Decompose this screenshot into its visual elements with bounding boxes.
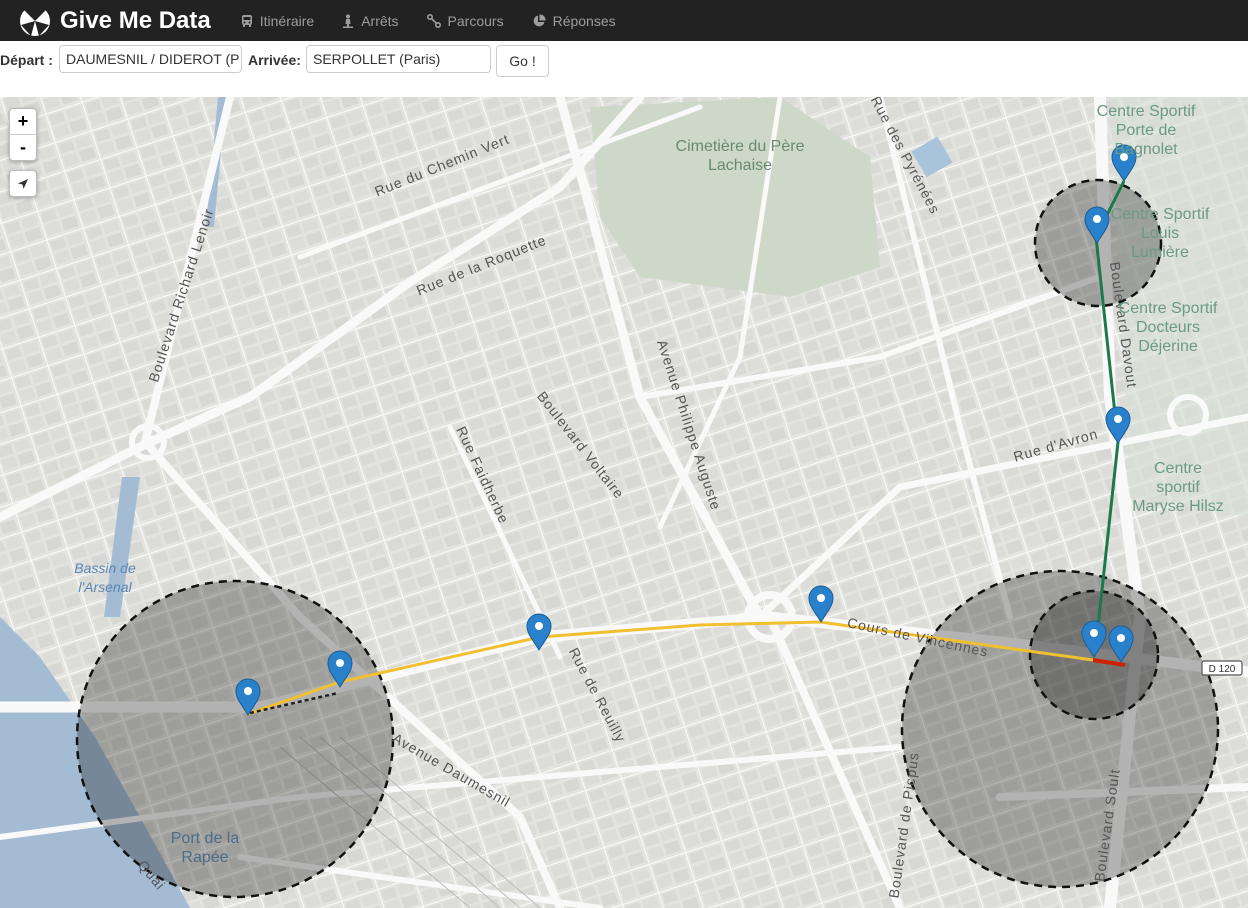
go-button[interactable]: Go ! [496,45,549,77]
map-tiles: D 120 [0,97,1248,908]
brand-logo-icon [20,4,50,36]
place-label: Port de la Rapée [170,830,240,866]
nav-arrets[interactable]: Arrêts [342,12,399,29]
arrivee-input[interactable]: SERPOLLET (Paris) [306,45,491,73]
navbar: Give Me Data Itinéraire Arrêts Parcours … [0,0,1248,41]
road-shield: D 120 [1201,660,1243,676]
depart-input[interactable]: DAUMESNIL / DIDEROT (P [59,45,242,73]
place-label: Bassin de l'Arsenal [74,560,136,595]
locate-arrow-icon [18,178,28,189]
route-icon [426,13,441,28]
nav-parcours-label: Parcours [447,12,504,29]
zoom-in-button[interactable]: + [10,109,36,134]
person-stop-icon [343,14,354,28]
arrivee-label: Arrivée: [248,52,301,68]
brand[interactable]: Give Me Data [18,4,211,37]
zoom-out-button[interactable]: - [10,134,36,160]
road-shield-label: D 120 [1209,664,1236,675]
place-label: Centre Sportif Docteurs Déjerine [1118,300,1218,355]
nav-itineraire-label: Itinéraire [259,12,315,29]
place-label: Centre Sportif Louis Lumière [1110,206,1210,261]
nav-reponses-label: Réponses [552,12,616,29]
brand-label: Give Me Data [60,6,211,34]
map[interactable]: D 120 Rue du Chemin Vert Rue de la Roque… [0,97,1248,908]
bus-icon [241,14,252,27]
nav-arrets-label: Arrêts [361,12,399,29]
locate-button[interactable] [9,170,37,197]
place-label: Centre Sportif Porte de Bagnolet [1096,103,1196,158]
nav-itineraire[interactable]: Itinéraire [241,13,314,29]
pie-chart-icon [533,13,546,26]
nav-reponses[interactable]: Réponses [532,13,616,29]
place-label: Centre sportif Maryse Hilsz [1132,460,1224,515]
depart-label: Départ : [0,52,53,68]
place-label: Cimetière du Père Lachaise [675,138,805,174]
zoom-control: + - [9,108,37,161]
nav-parcours[interactable]: Parcours [426,12,504,29]
